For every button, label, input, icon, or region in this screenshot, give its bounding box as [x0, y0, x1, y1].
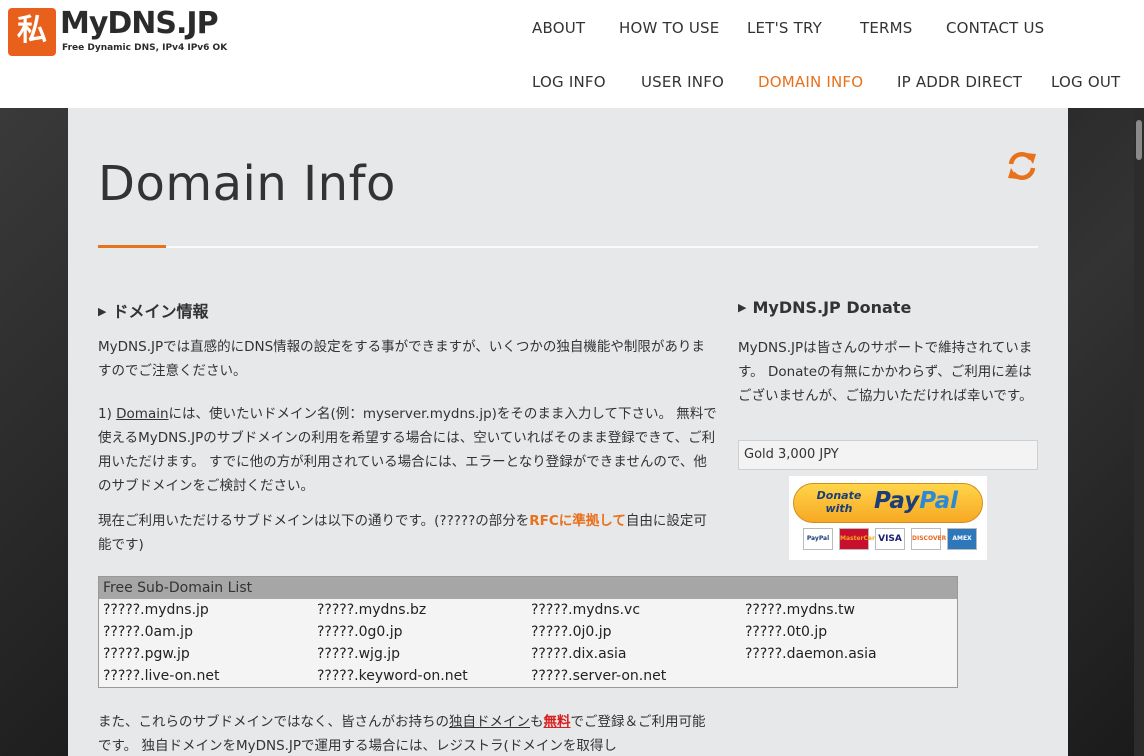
nav-log-out[interactable]: LOG OUT	[1051, 73, 1120, 91]
paypal-with-word: with	[825, 502, 853, 515]
paypal-button-face[interactable]: Donate with PayPal	[793, 483, 983, 523]
section-heading-label: ドメイン情報	[112, 302, 209, 321]
subdomain-item: ?????.mydns.jp	[103, 602, 209, 618]
paypal-donate-word: Donate	[816, 489, 862, 502]
logo-mark: 私	[8, 8, 56, 56]
subdomain-item: ?????.mydns.tw	[745, 602, 855, 618]
payment-cards: PayPal MasterCard VISA DISCOVER AMEX	[803, 528, 979, 552]
paypal-logo-pay: Pay	[874, 488, 920, 514]
amex-icon: AMEX	[947, 528, 977, 550]
para-part: また、これらのサブドメインではなく、皆さんがお持ちの	[98, 714, 449, 730]
nav-log-info[interactable]: LOG INFO	[532, 73, 606, 91]
site-logo[interactable]: 私 MyDNS.JP Free Dynamic DNS, IPv4 IPv6 O…	[8, 6, 238, 58]
intro-paragraph: MyDNS.JPでは直感的にDNS情報の設定をする事ができますが、いくつかの独自…	[98, 339, 705, 379]
subdomain-item: ?????.mydns.vc	[531, 602, 641, 618]
nav-terms[interactable]: TERMS	[860, 19, 913, 37]
triangle-icon: ▶	[738, 301, 747, 314]
section-heading-donate: ▶ MyDNS.JP Donate	[738, 298, 911, 317]
subdomain-item: ?????.dix.asia	[531, 646, 627, 662]
para-prefix: 1)	[98, 406, 117, 422]
nav-ip-addr-direct[interactable]: IP ADDR DIRECT	[897, 73, 1022, 91]
page-title: Domain Info	[98, 156, 396, 212]
own-domain-paragraph: また、これらのサブドメインではなく、皆さんがお持ちの独自ドメインも無料でご登録＆…	[98, 710, 718, 756]
subdomain-item: ?????.server-on.net	[531, 668, 667, 684]
donate-amount-select[interactable]: Gold 3,000 JPY	[738, 440, 1038, 470]
para-prefix: 現在ご利用いただけるサブドメインは以下の通りです。(?????の部分を	[98, 513, 530, 529]
domain-link[interactable]: Domain	[116, 406, 168, 422]
paypal-logo-pal: Pal	[919, 488, 958, 514]
subdomain-item: ?????.0j0.jp	[531, 624, 612, 640]
subdomain-item: ?????.0am.jp	[103, 624, 193, 640]
content-panel: Domain Info ▶ ドメイン情報 MyDNS.JPでは直感的にDNS情報の…	[68, 108, 1068, 756]
paypal-logo: PayPal	[874, 488, 958, 514]
discover-icon: DISCOVER	[911, 528, 946, 550]
subdomain-item: ?????.pgw.jp	[103, 646, 190, 662]
scrollbar-thumb[interactable]	[1136, 120, 1142, 160]
nav-how-to-use[interactable]: HOW TO USE	[619, 19, 719, 37]
site-header: 私 MyDNS.JP Free Dynamic DNS, IPv4 IPv6 O…	[0, 0, 1144, 108]
title-divider	[98, 246, 1038, 248]
para-body: には、使いたいドメイン名(例：myserver.mydns.jp)をそのまま入力…	[98, 406, 717, 494]
own-domain-link[interactable]: 独自ドメイン	[449, 714, 530, 730]
nav-contact-us[interactable]: CONTACT US	[946, 19, 1044, 37]
subdomain-item: ?????.daemon.asia	[745, 646, 877, 662]
subdomain-item: ?????.0t0.jp	[745, 624, 828, 640]
donate-text: MyDNS.JPは皆さんのサポートで維持されています。 Donateの有無にかか…	[738, 340, 1033, 404]
subdomain-item: ?????.mydns.bz	[317, 602, 427, 618]
scrollbar[interactable]	[1134, 108, 1144, 756]
logo-text: MyDNS.JP	[60, 6, 219, 41]
subdomain-table-title: Free Sub-Domain List	[99, 577, 957, 599]
subdomain-table: Free Sub-Domain List ?????.mydns.jp ????…	[98, 576, 958, 688]
nav-lets-try[interactable]: LET'S TRY	[747, 19, 822, 37]
paypal-card-icon: PayPal	[803, 528, 833, 550]
nav-domain-info[interactable]: DOMAIN INFO	[758, 73, 863, 91]
mastercard-icon: MasterCard	[839, 528, 879, 550]
section-heading-domain: ▶ ドメイン情報	[98, 298, 208, 322]
subdomain-item: ?????.0g0.jp	[317, 624, 403, 640]
paypal-donate-label: Donate with	[816, 489, 862, 515]
visa-icon: VISA	[875, 528, 905, 550]
nav-user-info[interactable]: USER INFO	[641, 73, 724, 91]
subdomain-item: ?????.keyword-on.net	[317, 668, 468, 684]
paypal-donate-button[interactable]: Donate with PayPal PayPal MasterCard VIS…	[789, 476, 987, 560]
subdomain-item: ?????.wjg.jp	[317, 646, 401, 662]
donate-heading-label: MyDNS.JP Donate	[752, 298, 912, 317]
free-link[interactable]: 無料	[544, 714, 571, 730]
subdomain-item: ?????.live-on.net	[103, 668, 220, 684]
para-part: も	[530, 714, 544, 730]
subdomain-grid: ?????.mydns.jp ?????.mydns.bz ?????.mydn…	[99, 599, 957, 687]
subdomain-paragraph: 現在ご利用いただけるサブドメインは以下の通りです。(?????の部分をRFCに準…	[98, 509, 718, 557]
triangle-icon: ▶	[98, 305, 107, 318]
domain-rule-paragraph: 1) Domainには、使いたいドメイン名(例：myserver.mydns.j…	[98, 402, 718, 498]
title-divider-accent	[98, 245, 166, 248]
rfc-link[interactable]: RFCに準拠して	[529, 513, 626, 529]
refresh-icon[interactable]	[1006, 150, 1038, 182]
logo-tagline: Free Dynamic DNS, IPv4 IPv6 OK	[62, 43, 228, 53]
nav-about[interactable]: ABOUT	[532, 19, 585, 37]
